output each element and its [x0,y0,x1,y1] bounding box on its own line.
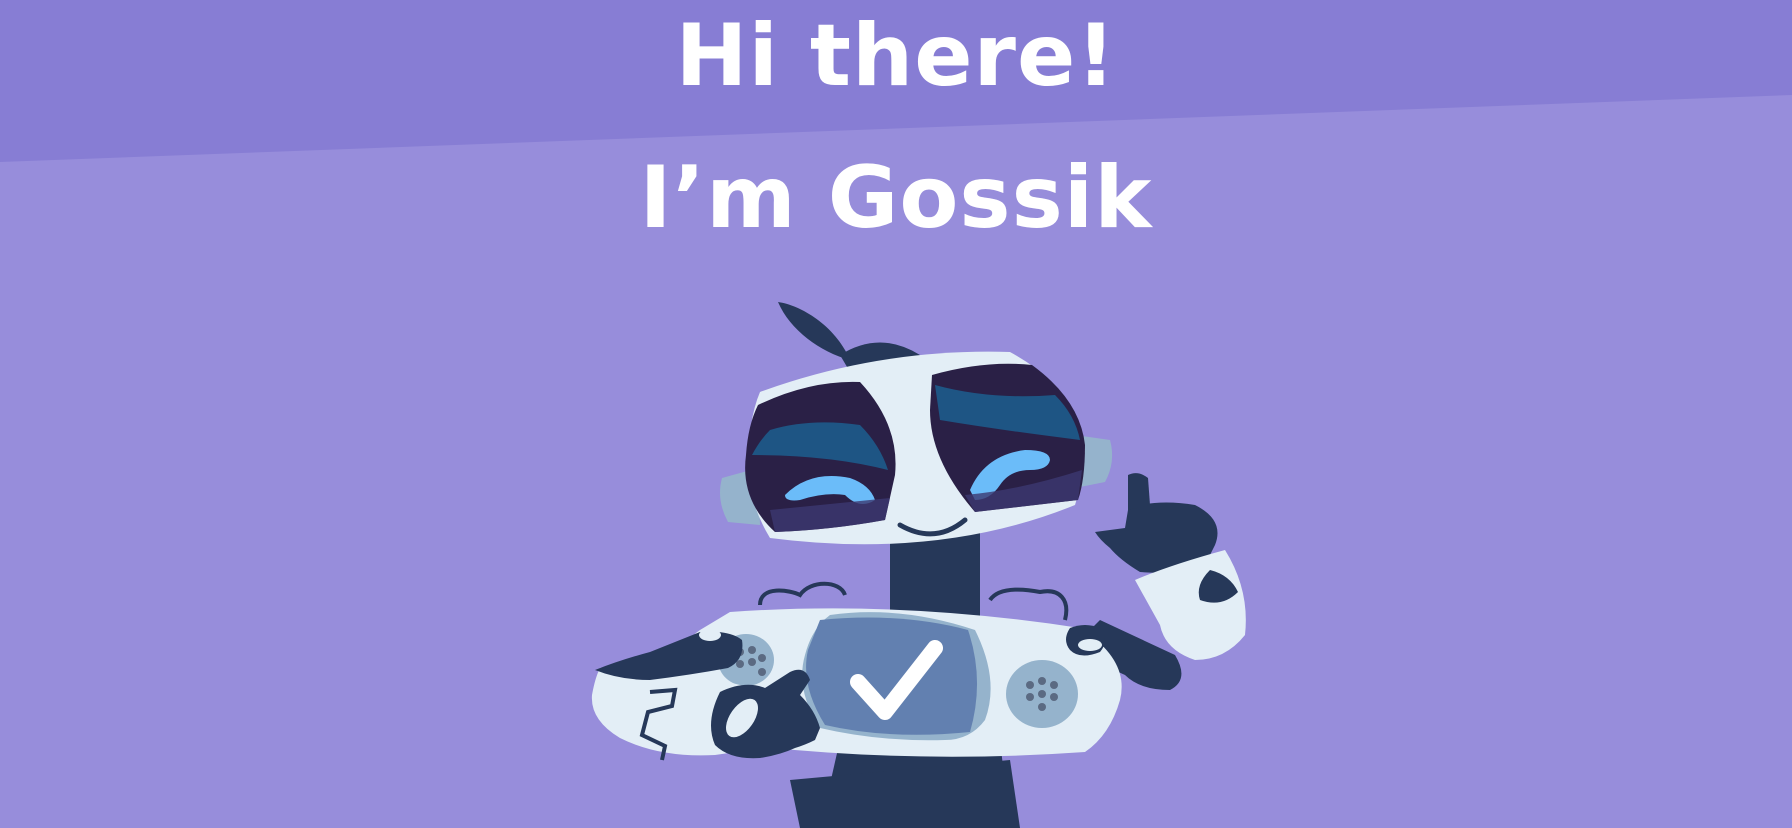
robot-mascot-icon [591,302,1246,828]
greeting-name: I’m Gossik [639,148,1153,248]
greeting-title: Hi there! [675,6,1117,106]
